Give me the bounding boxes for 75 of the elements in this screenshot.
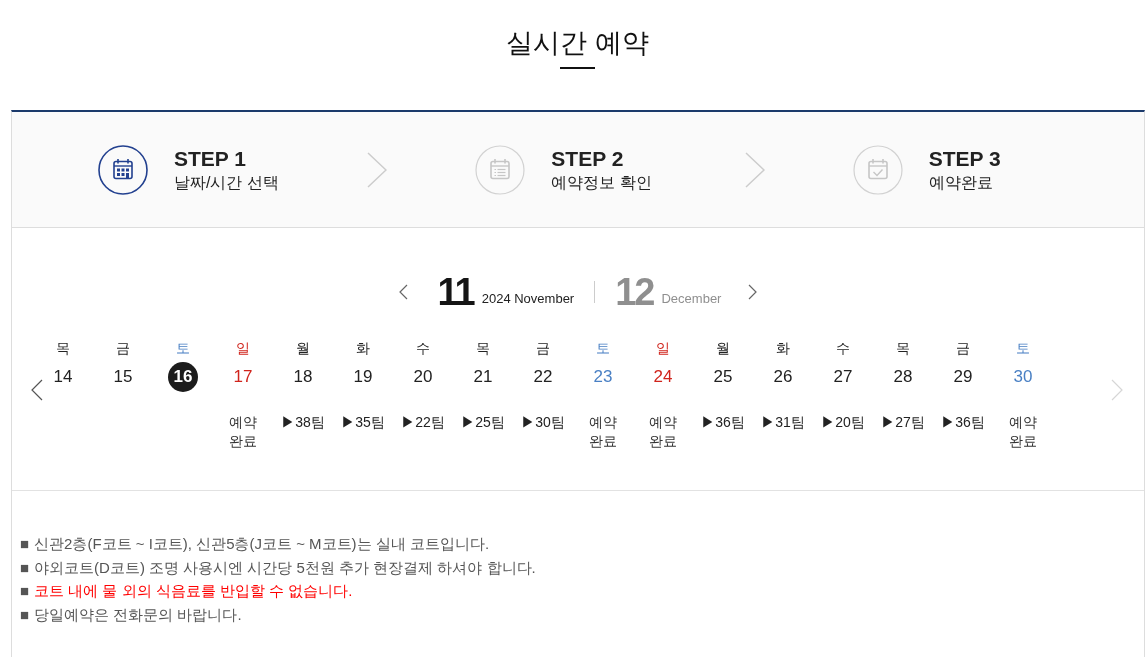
- weekday-label: 화: [776, 339, 790, 358]
- next-month-button[interactable]: [748, 284, 758, 300]
- date-button[interactable]: 14: [48, 362, 78, 392]
- month-name: 2024 November: [481, 291, 575, 307]
- date-button[interactable]: 17: [228, 362, 258, 392]
- weekday-label: 토: [1016, 339, 1030, 358]
- booking-status: 예약완료: [1008, 413, 1038, 451]
- page-title: 실시간 예약: [506, 27, 649, 59]
- chevron-left-icon: [31, 379, 43, 401]
- step-number: STEP 1: [174, 145, 247, 172]
- bullet-mark: ■: [20, 557, 30, 578]
- available-teams[interactable]: ▶38팀: [281, 413, 325, 432]
- weekday-label: 목: [476, 339, 490, 358]
- available-teams[interactable]: ▶20팀: [821, 413, 865, 432]
- available-teams[interactable]: ▶27팀: [881, 413, 925, 432]
- date-button[interactable]: 26: [768, 362, 798, 392]
- available-teams[interactable]: ▶36팀: [701, 413, 745, 432]
- weekday-label: 일: [656, 339, 670, 358]
- month-name: December: [661, 291, 722, 307]
- date-button[interactable]: 24: [648, 362, 678, 392]
- weekday-label: 수: [836, 339, 850, 358]
- step-number: STEP 2: [551, 145, 625, 172]
- date-button[interactable]: 16: [168, 362, 198, 392]
- date-button[interactable]: 20: [408, 362, 438, 392]
- available-teams[interactable]: ▶30팀: [521, 413, 565, 432]
- date-button[interactable]: 18: [288, 362, 318, 392]
- date-button[interactable]: 25: [708, 362, 738, 392]
- notice-text: 야외코트(D코트) 조명 사용시엔 시간당 5천원 추가 현장결제 하셔야 합니다.: [34, 557, 536, 578]
- weekday-label: 월: [716, 339, 730, 358]
- weekday-label: 금: [956, 339, 970, 358]
- date-button[interactable]: 22: [528, 362, 558, 392]
- weekday-label: 금: [116, 339, 130, 358]
- weekday-label: 토: [176, 339, 190, 358]
- date-button[interactable]: 15: [108, 362, 138, 392]
- date-button[interactable]: 29: [948, 362, 978, 392]
- available-teams[interactable]: ▶35팀: [341, 413, 385, 432]
- bullet-mark: ■: [20, 604, 30, 625]
- booking-status: 예약완료: [228, 413, 258, 451]
- chevron-right-icon: [367, 151, 388, 188]
- weekday-label: 수: [416, 339, 430, 358]
- date-button[interactable]: 27: [828, 362, 858, 392]
- chevron-right-icon: [1111, 379, 1123, 401]
- chevron-right-icon: [748, 284, 758, 300]
- bullet-mark: ■: [20, 581, 30, 601]
- step-caption: 예약정보 확인: [551, 172, 652, 193]
- available-teams[interactable]: ▶22팀: [401, 413, 445, 432]
- weekday-label: 토: [596, 339, 610, 358]
- date-button[interactable]: 21: [468, 362, 498, 392]
- notice-text: 신관2층(F코트 ~ I코트), 신관5층(J코트 ~ M코트)는 실내 코트입니다.: [34, 534, 490, 554]
- notice-text: 코트 내에 물 외의 식음료를 반입할 수 없습니다.: [34, 581, 353, 601]
- date-button[interactable]: 23: [588, 362, 618, 392]
- weekday-label: 목: [896, 339, 910, 358]
- available-teams[interactable]: ▶31팀: [761, 413, 805, 432]
- chevron-left-icon: [398, 284, 408, 300]
- step-caption: 날짜/시간 선택: [174, 172, 279, 193]
- date-button[interactable]: 19: [348, 362, 378, 392]
- weekday-label: 금: [536, 339, 550, 358]
- chevron-right-icon: [744, 151, 765, 188]
- weekday-label: 월: [296, 339, 310, 358]
- available-teams[interactable]: ▶36팀: [941, 413, 985, 432]
- month-number[interactable]: 11: [437, 271, 474, 313]
- booking-status: 예약완료: [648, 413, 678, 451]
- available-teams[interactable]: ▶25팀: [461, 413, 505, 432]
- weekday-label: 일: [236, 339, 250, 358]
- booking-status: 예약완료: [588, 413, 618, 451]
- notice-text: 당일예약은 전화문의 바랍니다.: [34, 604, 242, 625]
- prev-month-button[interactable]: [398, 284, 408, 300]
- bullet-mark: ■: [20, 534, 30, 554]
- weekday-label: 목: [56, 339, 70, 358]
- step-number: STEP 3: [928, 145, 1001, 172]
- prev-week-button[interactable]: [31, 379, 43, 401]
- date-button[interactable]: 28: [888, 362, 918, 392]
- step-caption: 예약완료: [928, 172, 994, 193]
- weekday-label: 화: [356, 339, 370, 358]
- date-button[interactable]: 30: [1008, 362, 1038, 392]
